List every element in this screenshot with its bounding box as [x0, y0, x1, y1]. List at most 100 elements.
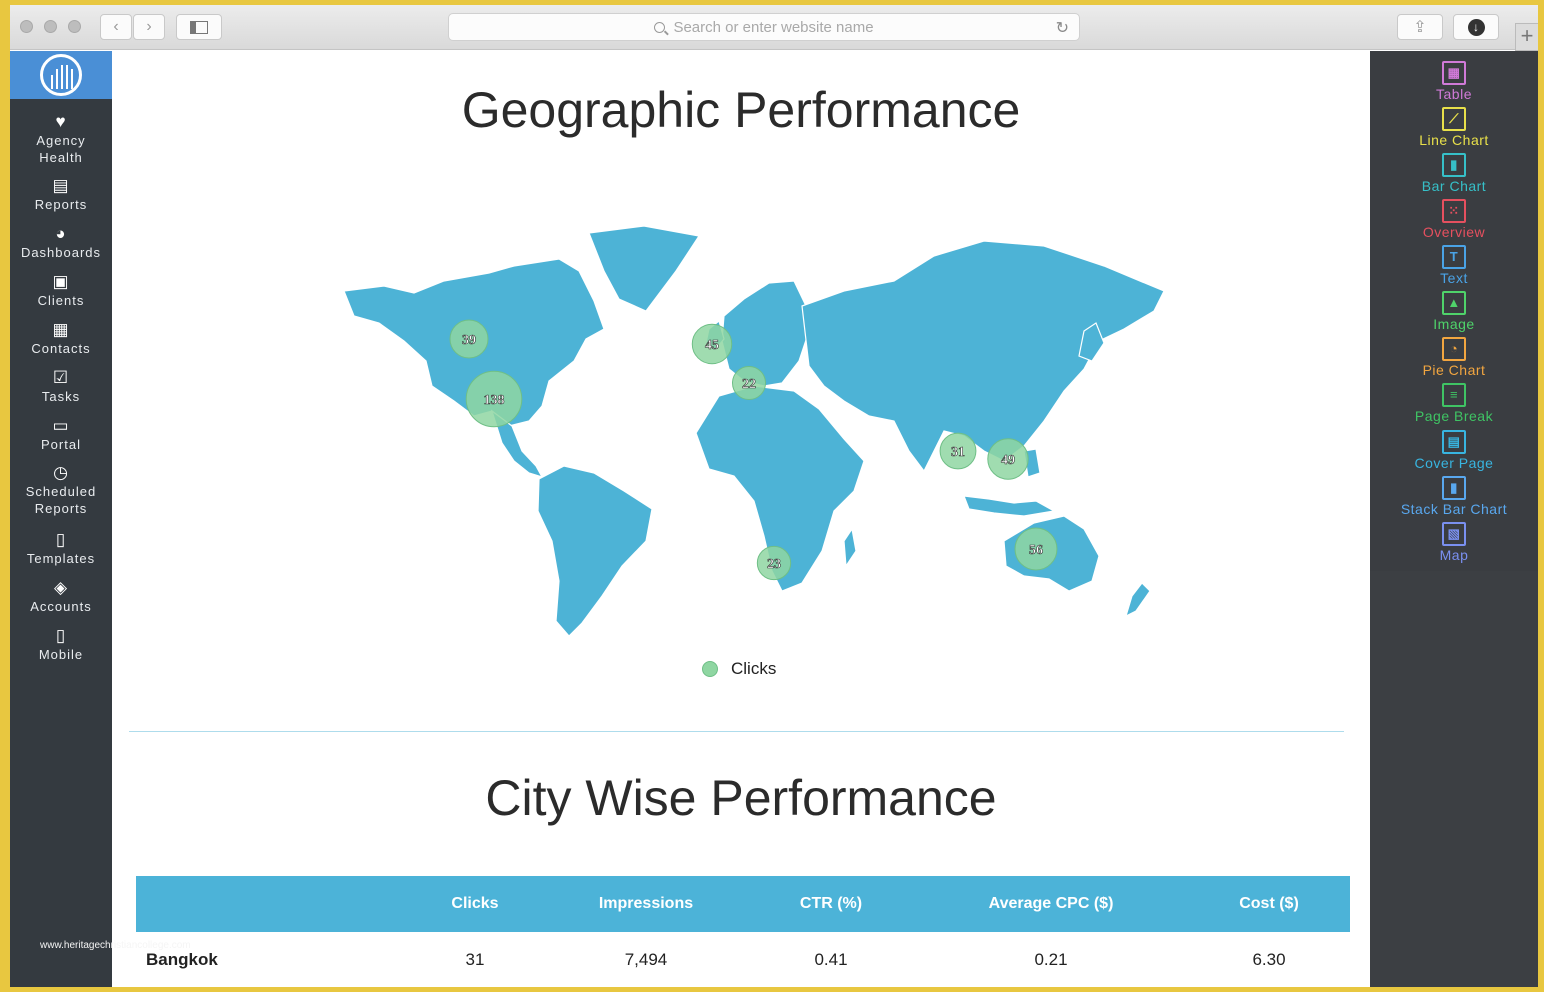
chevron-left-icon: ‹ [113, 18, 119, 35]
accounts-icon: ◈ [53, 578, 69, 597]
sidebar-item-clients[interactable]: ▣ Clients [10, 273, 112, 309]
address-bar[interactable]: Search or enter website name ↻ [448, 13, 1080, 41]
download-icon: ↓ [1467, 18, 1485, 36]
widget-page-break[interactable]: ≡ Page Break [1370, 383, 1538, 424]
widget-label: Line Chart [1419, 132, 1489, 148]
sidebar-item-accounts[interactable]: ◈ Accounts [10, 579, 112, 615]
sidebar-item-label: Scheduled Reports [25, 484, 97, 516]
downloads-button[interactable]: ↓ [1453, 14, 1499, 40]
bar-chart-icon: ▮ [1442, 153, 1466, 177]
sidebar-item-portal[interactable]: ▭ Portal [10, 417, 112, 453]
map-land [343, 225, 1165, 637]
europe-shape [721, 280, 810, 387]
app-logo[interactable] [10, 51, 112, 99]
browser-window: ‹ › Search or enter website name ↻ ⇪ ↓ +… [10, 5, 1538, 987]
overview-icon: ⁙ [1442, 199, 1466, 223]
close-window-button[interactable] [20, 20, 33, 33]
sidebar-item-label: Mobile [38, 647, 84, 662]
section-divider [129, 731, 1344, 732]
templates-icon: ▯ [55, 530, 67, 549]
widget-text[interactable]: T Text [1370, 245, 1538, 286]
sidebar-item-label: Agency Health [36, 133, 86, 165]
sidebar-item-scheduled-reports[interactable]: ◷ Scheduled Reports [10, 464, 112, 517]
world-map: 39 138 45 22 31 49 23 56 [343, 225, 1165, 637]
widget-label: Map [1439, 547, 1469, 563]
map-marker-label: 138 [484, 393, 505, 408]
dashboard-icon: ◕ [55, 224, 67, 243]
image-icon: ▲ [1442, 291, 1466, 315]
widget-label: Stack Bar Chart [1400, 501, 1508, 517]
table-cell-clicks: 31 [465, 950, 485, 969]
widget-panel: ▦ Table ⟋ Line Chart ▮ Bar Chart ⁙ Overview T Tex… [1370, 51, 1538, 987]
widget-table[interactable]: ▦ Table [1370, 61, 1538, 102]
map-marker-label: 31 [951, 445, 965, 460]
table-header-impressions[interactable]: Impressions [544, 895, 748, 913]
sidebar-item-label: Contacts [31, 341, 91, 356]
sidebar-item-mobile[interactable]: ▯ Mobile [10, 627, 112, 663]
table-header-row: Clicks Impressions CTR (%) Average CPC (… [136, 876, 1350, 932]
share-icon: ⇪ [1413, 19, 1427, 36]
map-marker-label: 22 [742, 377, 756, 392]
widget-line-chart[interactable]: ⟋ Line Chart [1370, 107, 1538, 148]
sidebar-item-label: Portal [41, 437, 81, 452]
table-header-ctr[interactable]: CTR (%) [748, 895, 914, 913]
map-marker-label: 45 [705, 338, 719, 353]
sidebar-item-templates[interactable]: ▯ Templates [10, 531, 112, 567]
madagascar-shape [843, 527, 857, 568]
widget-map[interactable]: ▧ Map [1370, 522, 1538, 563]
sidebar-item-label: Templates [26, 551, 96, 566]
table-header-cost[interactable]: Cost ($) [1188, 895, 1350, 913]
widget-list: ▦ Table ⟋ Line Chart ▮ Bar Chart ⁙ Overview T Tex… [1370, 51, 1538, 571]
back-button[interactable]: ‹ [100, 14, 132, 40]
sidebar-item-agency-health[interactable]: ♥ Agency Health [10, 113, 112, 166]
widget-label: Image [1433, 316, 1475, 332]
report-icon: ▤ [52, 176, 70, 195]
widget-stack-bar-chart[interactable]: ▮ Stack Bar Chart [1370, 476, 1538, 517]
sidebar-toggle-button[interactable] [176, 14, 222, 40]
forward-button[interactable]: › [133, 14, 165, 40]
widget-image[interactable]: ▲ Image [1370, 291, 1538, 332]
legend-clicks-label: Clicks [731, 659, 777, 678]
table-header-clicks[interactable]: Clicks [406, 895, 544, 913]
south-america-shape [537, 465, 653, 637]
zoom-window-button[interactable] [68, 20, 81, 33]
legend-clicks-swatch [702, 661, 718, 677]
city-section-title: City Wise Performance [485, 770, 997, 826]
city-performance-table: Clicks Impressions CTR (%) Average CPC (… [136, 876, 1350, 987]
map-marker-label: 49 [1001, 453, 1015, 468]
sidebar-item-reports[interactable]: ▤ Reports [10, 177, 112, 213]
widget-label: Text [1440, 270, 1468, 286]
report-canvas: Geographic Performance 39 138 45 22 31 4… [112, 51, 1370, 987]
widget-label: Cover Page [1414, 455, 1494, 471]
widget-overview[interactable]: ⁙ Overview [1370, 199, 1538, 240]
map-marker-label: 23 [767, 557, 781, 572]
table-cell-ctr: 0.41 [814, 950, 848, 969]
minimize-window-button[interactable] [44, 20, 57, 33]
new-tab-button[interactable]: + [1515, 23, 1538, 51]
widget-label: Pie Chart [1422, 362, 1486, 378]
greenland-shape [588, 225, 700, 312]
widget-label: Page Break [1414, 408, 1494, 424]
widget-label: Bar Chart [1421, 178, 1487, 194]
widget-pie-chart[interactable]: ◔ Pie Chart [1370, 337, 1538, 378]
clock-icon: ◷ [53, 463, 69, 482]
clients-icon: ▣ [52, 272, 70, 291]
sidebar-item-contacts[interactable]: ▦ Contacts [10, 321, 112, 357]
indonesia-shape [963, 495, 1056, 517]
map-marker-label: 39 [462, 333, 476, 348]
contacts-icon: ▦ [52, 320, 70, 339]
widget-cover-page[interactable]: ▤ Cover Page [1370, 430, 1538, 471]
mobile-icon: ▯ [55, 626, 67, 645]
sidebar-item-dashboards[interactable]: ◕ Dashboards [10, 225, 112, 261]
address-placeholder: Search or enter website name [673, 18, 874, 36]
map-legend[interactable]: Clicks [702, 659, 776, 679]
reload-icon[interactable]: ↻ [1056, 18, 1069, 38]
page-break-icon: ≡ [1442, 383, 1466, 407]
portal-icon: ▭ [52, 416, 70, 435]
table-header-average-cpc[interactable]: Average CPC ($) [914, 895, 1188, 913]
heart-icon: ♥ [55, 112, 67, 131]
sidebar-item-tasks[interactable]: ☑ Tasks [10, 369, 112, 405]
share-button[interactable]: ⇪ [1397, 14, 1443, 40]
widget-bar-chart[interactable]: ▮ Bar Chart [1370, 153, 1538, 194]
text-icon: T [1442, 245, 1466, 269]
